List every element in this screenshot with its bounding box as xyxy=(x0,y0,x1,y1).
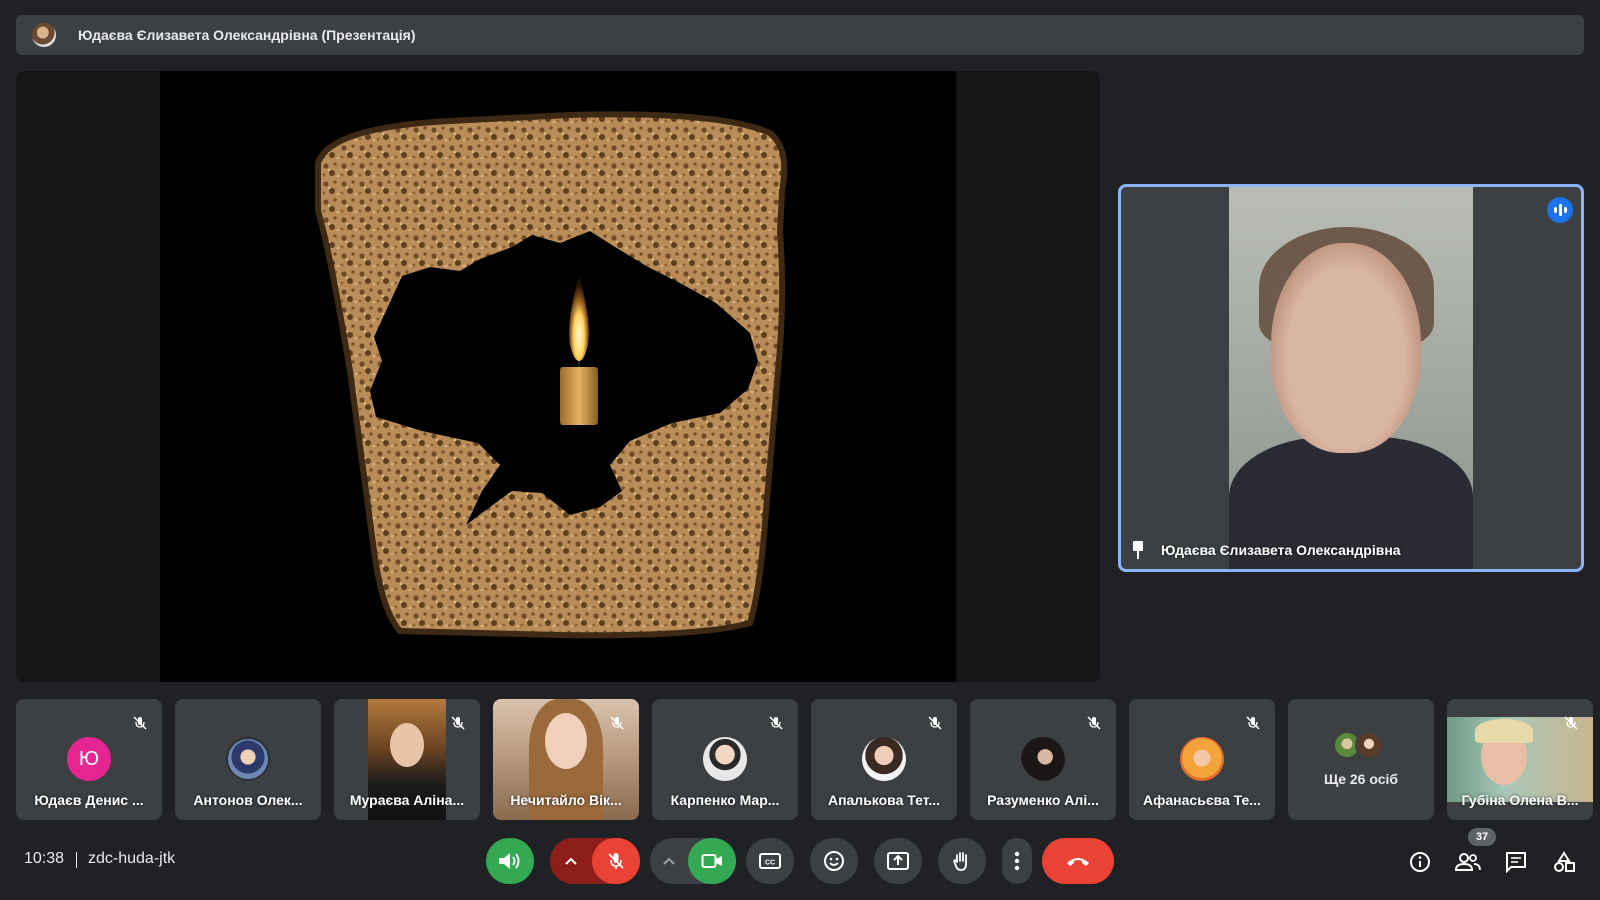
participant-tile[interactable]: Апалькова Тет... xyxy=(811,699,957,820)
participant-tile[interactable]: Разуменко Алі... xyxy=(970,699,1116,820)
chat-button[interactable] xyxy=(1502,848,1530,876)
mic-off-icon xyxy=(446,711,470,735)
mic-off-icon xyxy=(1082,711,1106,735)
participant-strip: Ю Юдаєв Денис ... Антонов Олек... Мураєв… xyxy=(16,699,1593,820)
participant-tile[interactable]: Антонов Олек... xyxy=(175,699,321,820)
mic-off-icon xyxy=(605,711,629,735)
participant-tile[interactable]: Губіна Олена В... xyxy=(1447,699,1593,820)
participant-name: Нечитайло Вік... xyxy=(510,792,622,808)
chevron-up-icon xyxy=(663,857,675,865)
mic-toggle-button[interactable] xyxy=(592,838,640,884)
leave-call-button[interactable] xyxy=(1042,838,1114,884)
mic-off-icon xyxy=(608,853,624,869)
participant-name: Апалькова Тет... xyxy=(827,792,941,808)
camera-options-button[interactable] xyxy=(650,857,688,865)
more-participants-label: Ще 26 осіб xyxy=(1323,771,1399,787)
video-camera-icon xyxy=(701,854,722,868)
speaker-icon xyxy=(499,853,520,869)
meeting-details-button[interactable] xyxy=(1406,848,1434,876)
stacked-avatars xyxy=(1333,731,1383,759)
presentation-bar: Юдаєва Єлизавета Олександрівна (Презента… xyxy=(16,15,1584,55)
bottom-control-bar: 10:38 zdc-huda-jtk CC 37 xyxy=(0,828,1600,900)
mic-off-icon xyxy=(1559,711,1583,735)
audio-output-button[interactable] xyxy=(486,838,534,884)
speaker-name: Юдаєва Єлизавета Олександрівна xyxy=(1161,542,1401,558)
participant-tile[interactable]: Афанасьєва Те... xyxy=(1129,699,1275,820)
mic-off-icon xyxy=(764,711,788,735)
camera-control-group xyxy=(650,838,736,884)
mic-control-group xyxy=(550,838,640,884)
participant-name: Карпенко Мар... xyxy=(670,792,780,808)
presentation-slide xyxy=(160,71,956,682)
participant-tile[interactable]: Нечитайло Вік... xyxy=(493,699,639,820)
speaker-video xyxy=(1229,187,1473,569)
people-count-badge: 37 xyxy=(1468,828,1496,846)
participant-name: Разуменко Алі... xyxy=(987,792,1099,808)
presenter-avatar xyxy=(32,23,56,47)
mic-off-icon xyxy=(1241,711,1265,735)
avatar xyxy=(1021,737,1065,781)
divider xyxy=(76,852,77,868)
presentation-title: Юдаєва Єлизавета Олександрівна (Презента… xyxy=(78,27,416,43)
avatar xyxy=(862,737,906,781)
call-end-icon xyxy=(1067,858,1089,866)
meeting-code: zdc-huda-jtk xyxy=(88,850,176,867)
shapes-icon xyxy=(1554,851,1575,872)
more-vert-icon xyxy=(1014,851,1020,871)
people-button[interactable] xyxy=(1454,848,1482,876)
mic-off-icon xyxy=(923,711,947,735)
participant-tile[interactable]: Ю Юдаєв Денис ... xyxy=(16,699,162,820)
chevron-up-icon xyxy=(565,857,577,865)
raise-hand-button[interactable] xyxy=(938,838,986,884)
participant-name: Антонов Олек... xyxy=(193,792,303,808)
people-icon xyxy=(1455,853,1481,871)
present-to-all-icon xyxy=(887,852,909,870)
avatar: Ю xyxy=(67,737,111,781)
meeting-time: 10:38 xyxy=(24,850,65,867)
more-options-button[interactable] xyxy=(1002,838,1032,884)
mic-options-button[interactable] xyxy=(550,857,592,865)
reactions-button[interactable] xyxy=(810,838,858,884)
mic-off-icon xyxy=(128,711,152,735)
emoji-icon xyxy=(824,851,844,871)
info-icon xyxy=(1410,852,1430,872)
closed-captions-icon: CC xyxy=(759,853,781,869)
avatar xyxy=(703,737,747,781)
avatar xyxy=(1180,737,1224,781)
participant-tile[interactable]: Мураєва Аліна... xyxy=(334,699,480,820)
pin-icon[interactable] xyxy=(1131,541,1145,559)
chat-icon xyxy=(1506,852,1526,873)
more-participants-tile[interactable]: Ще 26 осіб xyxy=(1288,699,1434,820)
audio-level-icon xyxy=(1547,197,1573,223)
avatar xyxy=(226,737,270,781)
svg-text:CC: CC xyxy=(765,860,775,867)
participant-name: Губіна Олена В... xyxy=(1461,792,1579,808)
participant-name: Юдаєв Денис ... xyxy=(34,792,144,808)
activities-button[interactable] xyxy=(1550,848,1578,876)
participant-tile[interactable]: Карпенко Мар... xyxy=(652,699,798,820)
presentation-area[interactable] xyxy=(16,71,1100,682)
hand-icon xyxy=(953,852,967,871)
pinned-speaker-tile[interactable]: Юдаєва Єлизавета Олександрівна xyxy=(1118,184,1584,572)
bread-candle-image xyxy=(315,111,788,639)
participant-name: Мураєва Аліна... xyxy=(349,792,465,808)
participant-name: Афанасьєва Те... xyxy=(1143,792,1261,808)
captions-button[interactable]: CC xyxy=(746,838,794,884)
camera-toggle-button[interactable] xyxy=(688,838,736,884)
present-screen-button[interactable] xyxy=(874,838,922,884)
